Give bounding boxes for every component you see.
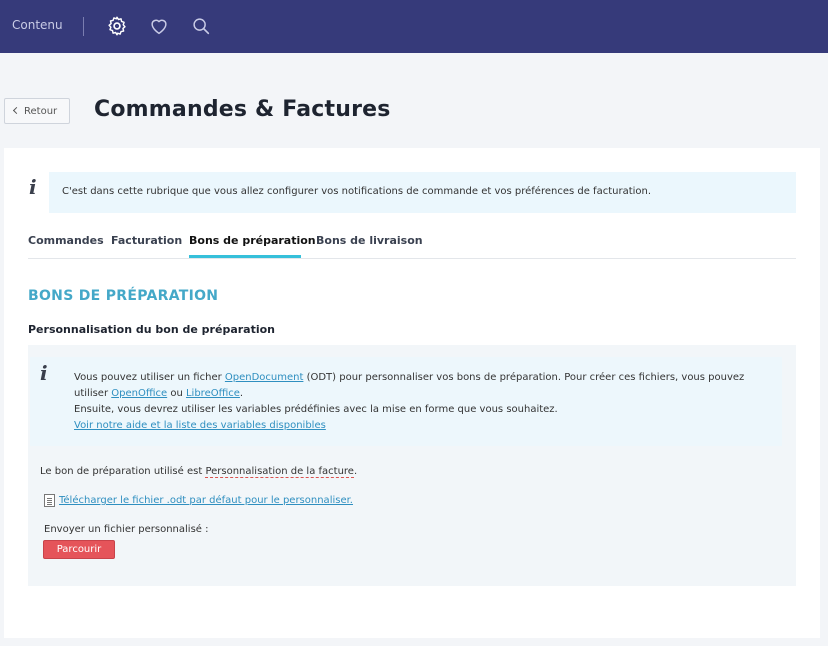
intro-info-box: C'est dans cette rubrique que vous allez…: [49, 172, 796, 213]
download-row: Télécharger le fichier .odt par défaut p…: [59, 495, 353, 506]
upload-label: Envoyer un fichier personnalisé :: [44, 524, 209, 535]
chevron-left-icon: [12, 106, 21, 115]
top-navbar: Contenu: [0, 0, 828, 53]
info-text: ou: [167, 388, 186, 399]
tab-bons-de-preparation[interactable]: Bons de préparation: [189, 234, 316, 247]
info-line-2: utiliser OpenOffice ou LibreOffice.: [74, 388, 243, 399]
current-template-value[interactable]: Personnalisation de la facture: [205, 466, 354, 478]
nav-contenu-link[interactable]: Contenu: [12, 18, 63, 32]
info-text: Vous pouvez utiliser un ficher: [74, 372, 225, 383]
section-subtitle: Personnalisation du bon de préparation: [28, 323, 276, 336]
page-title: Commandes & Factures: [94, 97, 391, 122]
nav-separator: [83, 17, 84, 36]
search-icon[interactable]: [190, 15, 212, 37]
current-template-status: Le bon de préparation utilisé est Person…: [40, 466, 358, 478]
back-button-label: Retour: [24, 106, 58, 117]
opendocument-link[interactable]: OpenDocument: [225, 372, 304, 383]
document-icon: [44, 494, 55, 507]
openoffice-link[interactable]: OpenOffice: [111, 388, 167, 399]
download-default-odt-link[interactable]: Télécharger le fichier .odt par défaut p…: [59, 495, 353, 506]
heart-icon[interactable]: [148, 15, 170, 37]
intro-text: C'est dans cette rubrique que vous allez…: [62, 186, 652, 197]
info-text: .: [239, 388, 244, 399]
active-tab-indicator: [189, 255, 301, 258]
status-text: Le bon de préparation utilisé est: [40, 466, 206, 477]
odt-info-box: [30, 357, 782, 446]
tab-bons-de-livraison[interactable]: Bons de livraison: [316, 234, 423, 247]
info-icon: i: [40, 361, 48, 385]
browse-button[interactable]: Parcourir: [43, 540, 115, 559]
status-text: .: [353, 466, 358, 477]
section-title: BONS DE PRÉPARATION: [28, 288, 219, 304]
info-line-3: Ensuite, vous devrez utiliser les variab…: [74, 404, 558, 415]
info-text: utiliser: [74, 388, 112, 399]
tab-commandes[interactable]: Commandes: [28, 234, 104, 247]
libreoffice-link[interactable]: LibreOffice: [186, 388, 240, 399]
back-button[interactable]: Retour: [4, 98, 70, 124]
info-text: (ODT) pour personnaliser vos bons de pré…: [303, 372, 745, 383]
info-icon: i: [29, 175, 37, 199]
tab-facturation[interactable]: Facturation: [111, 234, 182, 247]
help-variables-link[interactable]: Voir notre aide et la liste des variable…: [74, 420, 326, 431]
tab-bar: Commandes Facturation Bons de préparatio…: [28, 232, 796, 259]
info-line-4: Voir notre aide et la liste des variable…: [74, 420, 326, 431]
gear-icon[interactable]: [106, 15, 128, 37]
info-line-1: Vous pouvez utiliser un ficher OpenDocum…: [74, 372, 744, 383]
